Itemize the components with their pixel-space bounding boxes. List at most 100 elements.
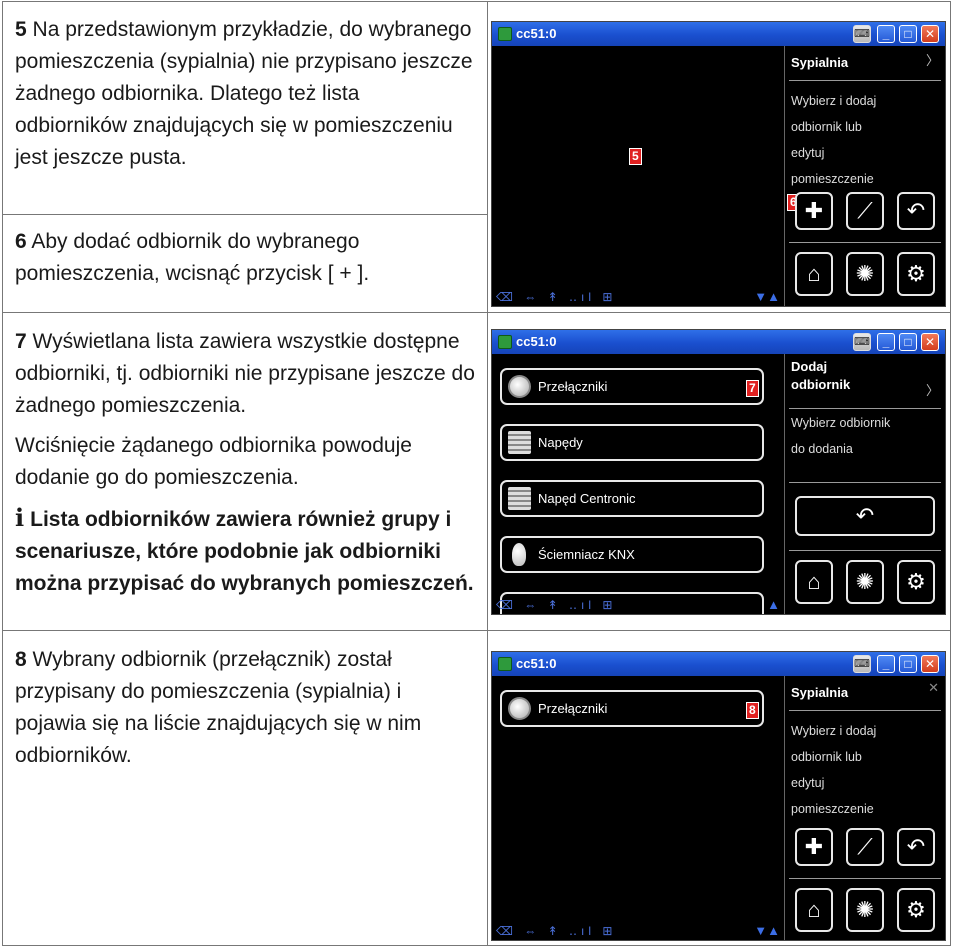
hint-line: pomieszczenie: [791, 172, 874, 186]
keyboard-icon[interactable]: ⌨: [853, 333, 871, 351]
bulb-icon: [512, 543, 526, 566]
step-6-text: 6 Aby dodać odbiornik do wybranego pomie…: [3, 216, 487, 298]
screenshot-room-empty: cc51:0 ⌨ _ □ ✕ 5 ⌫ ⇔ ↟ ‥ıl ⊞ ▼▲ Sypialni…: [491, 21, 946, 307]
row-divider: [3, 630, 950, 631]
minimize-button[interactable]: _: [877, 333, 895, 351]
divider: [789, 80, 941, 81]
keyboard-icon[interactable]: ⌨: [853, 655, 871, 673]
scroll-arrows-icon[interactable]: ▼▲: [754, 923, 780, 938]
hint-text: Wybierz odbiornik do dodania: [791, 410, 936, 462]
chevron-right-icon[interactable]: 〉: [926, 50, 939, 69]
step-description: Aby dodać odbiornik do wybranego pomiesz…: [15, 230, 370, 285]
step-7-text: 7 Wyświetlana lista zawiera wszystkie do…: [3, 316, 487, 608]
fan-button[interactable]: ✺: [846, 888, 884, 932]
scroll-up-icon[interactable]: ▲: [767, 597, 780, 612]
hint-line: edytuj: [791, 776, 825, 790]
hint-line: do dodania: [791, 442, 853, 456]
list-item-switches[interactable]: Przełączniki: [500, 368, 764, 405]
minimize-button[interactable]: _: [877, 655, 895, 673]
back-button[interactable]: ↶: [795, 496, 935, 536]
socket-icon: [508, 697, 531, 720]
back-button[interactable]: ↶: [897, 192, 935, 230]
edit-room-button[interactable]: ⟋: [846, 828, 884, 866]
app-icon: [498, 657, 512, 671]
divider: [789, 550, 941, 551]
maximize-button[interactable]: □: [899, 333, 917, 351]
info-icon: i: [15, 503, 25, 532]
side-panel: Dodaj odbiornik 〉 Wybierz odbiornik do d…: [784, 354, 945, 614]
list-item-knx-dimmer[interactable]: Ściemniacz KNX: [500, 536, 764, 573]
list-item-label: Ściemniacz KNX: [538, 547, 635, 562]
shutter-icon: [508, 431, 531, 454]
hint-line: Wybierz i dodaj: [791, 94, 877, 108]
add-receiver-button[interactable]: ✚: [795, 192, 833, 230]
window-titlebar: cc51:0 ⌨ _ □ ✕: [492, 22, 945, 46]
status-bar-icons: ⌫ ⇔ ↟ ‥ıl ⊞: [496, 924, 617, 938]
window-titlebar: cc51:0 ⌨ _ □ ✕: [492, 330, 945, 354]
side-panel: Sypialnia ✕ Wybierz i dodaj odbiornik lu…: [784, 676, 945, 940]
callout-marker: 8: [746, 702, 759, 719]
hint-line: odbiornik lub: [791, 750, 862, 764]
divider: [789, 482, 941, 483]
hint-line: odbiornik lub: [791, 120, 862, 134]
app-icon: [498, 335, 512, 349]
home-button[interactable]: ⌂: [795, 888, 833, 932]
divider: [789, 408, 941, 409]
settings-button[interactable]: ⚙: [897, 888, 935, 932]
maximize-button[interactable]: □: [899, 25, 917, 43]
hint-text: Wybierz i dodaj odbiornik lub edytuj pom…: [791, 88, 936, 192]
back-button[interactable]: ↶: [897, 828, 935, 866]
step-description: Wybrany odbiornik (przełącznik) został p…: [15, 648, 422, 767]
chevron-right-icon[interactable]: 〉: [926, 380, 939, 399]
list-item-label: Napęd Centronic: [538, 491, 636, 506]
close-button[interactable]: ✕: [921, 333, 939, 351]
close-button[interactable]: ✕: [921, 655, 939, 673]
receiver-list-area: 5 ⌫ ⇔ ↟ ‥ıl ⊞ ▼▲: [492, 46, 784, 306]
room-title: Sypialnia: [791, 55, 849, 70]
step-8-text: 8 Wybrany odbiornik (przełącznik) został…: [3, 634, 487, 780]
step-number: 8: [15, 648, 27, 671]
window-title: cc51:0: [516, 26, 557, 41]
settings-button[interactable]: ⚙: [897, 560, 935, 604]
row-divider: [3, 214, 487, 215]
row-divider: [3, 312, 950, 313]
scroll-arrows-icon[interactable]: ▼▲: [754, 289, 780, 304]
hint-line: Wybierz i dodaj: [791, 724, 877, 738]
window-title: cc51:0: [516, 656, 557, 671]
list-item-switches[interactable]: Przełączniki: [500, 690, 764, 727]
status-bar-icons: ⌫ ⇔ ↟ ‥ıl ⊞: [496, 598, 617, 612]
edit-room-button[interactable]: ⟋: [846, 192, 884, 230]
screenshot-room-with-receiver: cc51:0 ⌨ _ □ ✕ Przełączniki 8 ⌫ ⇔ ↟ ‥ıl …: [491, 651, 946, 941]
divider: [789, 878, 941, 879]
available-receivers-list: Przełączniki 7 Napędy Napęd Centronic Śc…: [492, 354, 784, 614]
step-description-2: Wciśnięcie żądanego odbiornika powoduje …: [15, 434, 412, 489]
maximize-button[interactable]: □: [899, 655, 917, 673]
step-5-text: 5 Na przedstawionym przykładzie, do wybr…: [3, 4, 487, 182]
list-item-label: Przełączniki: [538, 701, 608, 716]
room-title: Sypialnia: [791, 685, 849, 700]
home-button[interactable]: ⌂: [795, 560, 833, 604]
minimize-button[interactable]: _: [877, 25, 895, 43]
step-number: 5: [15, 18, 27, 41]
divider: [789, 710, 941, 711]
socket-icon: [508, 375, 531, 398]
home-button[interactable]: ⌂: [795, 252, 833, 296]
add-receiver-button[interactable]: ✚: [795, 828, 833, 866]
window-titlebar: cc51:0 ⌨ _ □ ✕: [492, 652, 945, 676]
step-number: 6: [15, 230, 27, 253]
close-button[interactable]: ✕: [921, 25, 939, 43]
info-note: i Lista odbiorników zawiera również grupy…: [15, 502, 477, 600]
close-x-icon[interactable]: ✕: [928, 680, 939, 696]
settings-button[interactable]: ⚙: [897, 252, 935, 296]
list-item-drives[interactable]: Napędy: [500, 424, 764, 461]
keyboard-icon[interactable]: ⌨: [853, 25, 871, 43]
info-note-text: Lista odbiorników zawiera również grupy …: [15, 508, 474, 595]
shutter-icon: [508, 487, 531, 510]
fan-button[interactable]: ✺: [846, 560, 884, 604]
panel-title-line: odbiornik: [791, 377, 851, 392]
callout-marker: 7: [746, 380, 759, 397]
divider: [789, 242, 941, 243]
fan-button[interactable]: ✺: [846, 252, 884, 296]
list-item-centronic-drive[interactable]: Napęd Centronic: [500, 480, 764, 517]
app-icon: [498, 27, 512, 41]
